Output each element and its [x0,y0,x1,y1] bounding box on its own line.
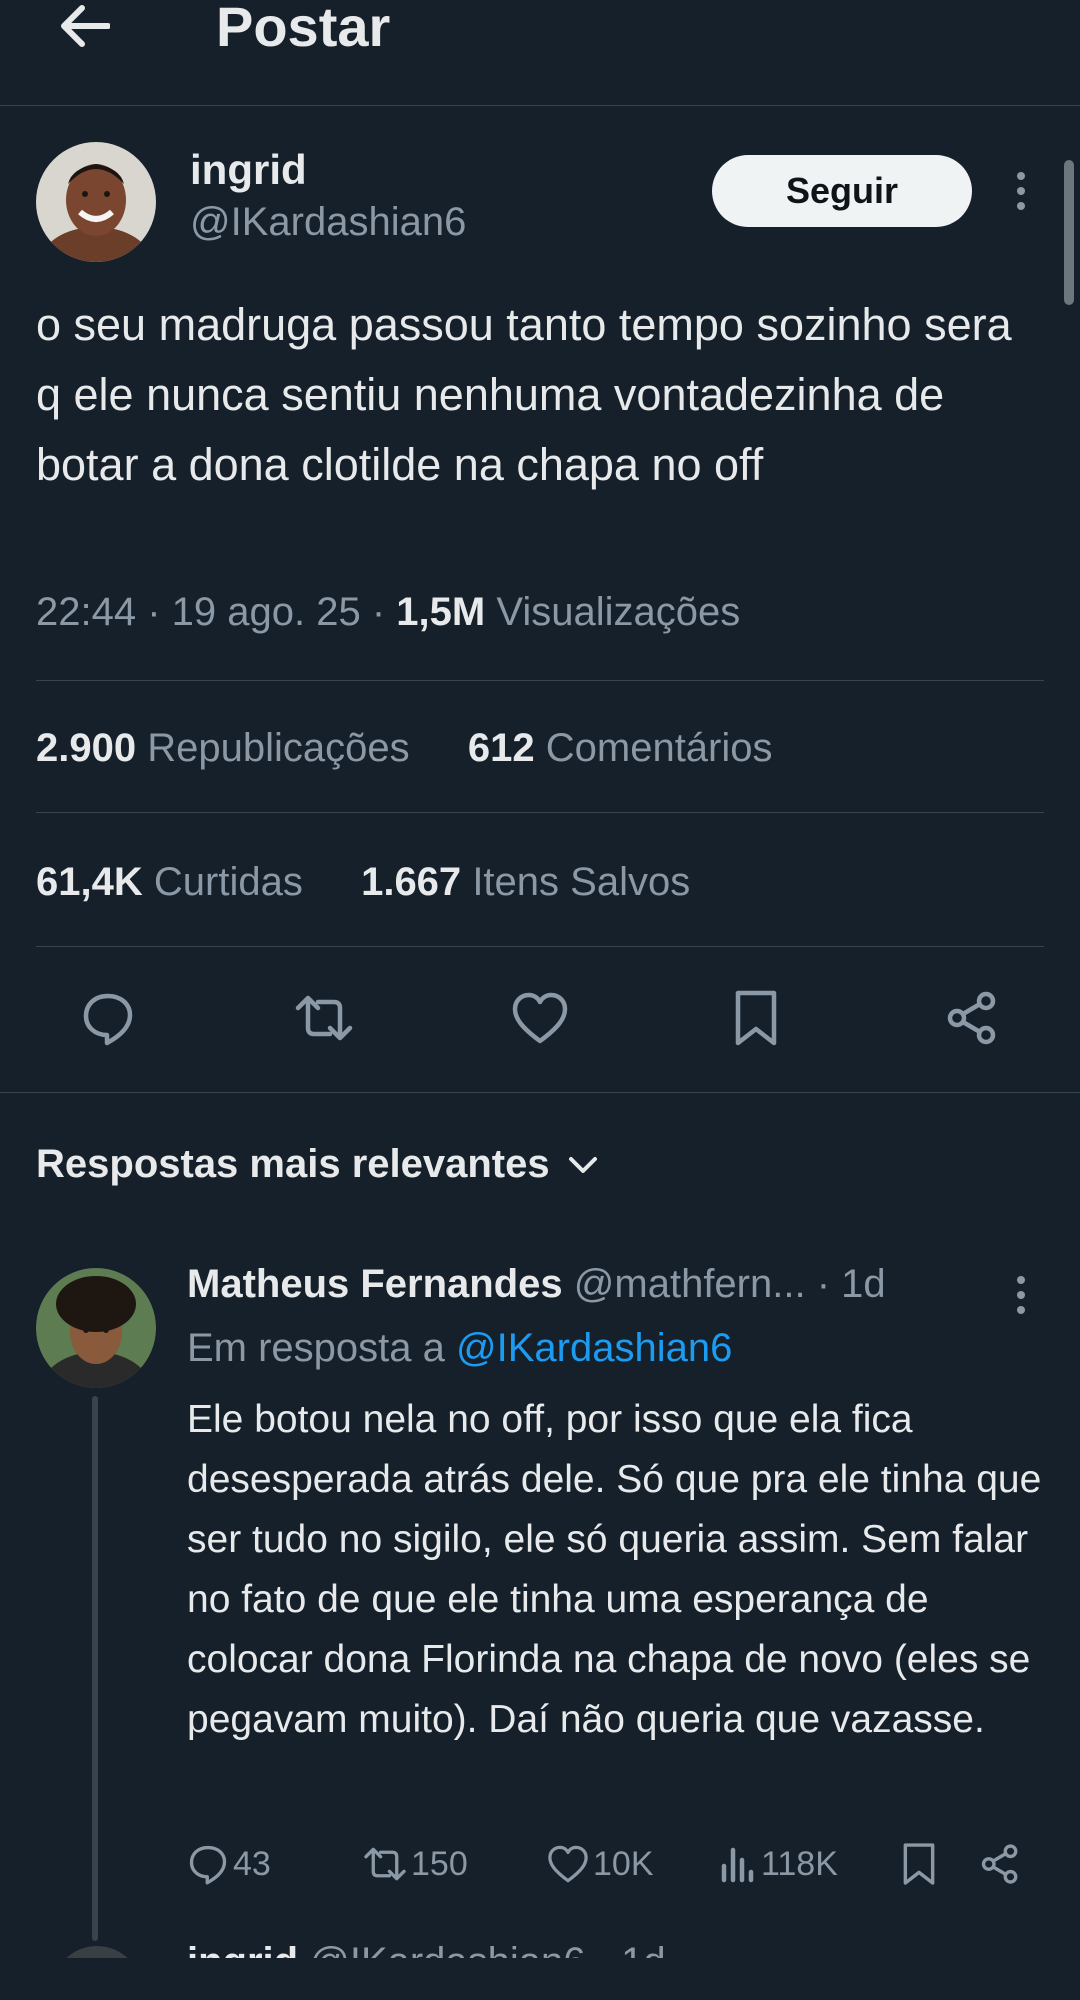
reply-header: Matheus Fernandes @mathfern... · 1d [187,1262,886,1307]
reply-button[interactable] [78,988,138,1048]
stats-likes-saves: 61,4K Curtidas 1.667 Itens Salvos [36,860,690,905]
tweet-time: 22:44 [36,590,137,634]
reply-likes-count: 10K [593,1844,654,1883]
in-reply-handle-link[interactable]: @IKardashian6 [456,1326,732,1370]
replies-sort-dropdown[interactable]: Respostas mais relevantes [36,1142,598,1187]
share-icon [947,991,996,1045]
replies-section-title: Respostas mais relevantes [36,1142,550,1186]
reply-author-avatar[interactable] [36,1268,156,1388]
bookmark-icon [735,990,777,1046]
saves-count: 1.667 [361,860,462,904]
comments-label: Comentários [545,726,773,770]
reply-bookmark-button[interactable] [901,1836,937,1892]
post-page: Postar ingrid @IKardashian6 Seguir o seu… [0,0,1080,2000]
divider [36,946,1044,947]
bookmark-icon [903,1843,935,1885]
reposts-stat[interactable]: 2.900 Republicações [36,726,410,770]
reply-views-button[interactable]: 118K [719,1836,838,1892]
repost-button[interactable] [294,988,354,1048]
like-button[interactable] [510,988,570,1048]
top-bar: Postar [0,0,1080,106]
comment-icon [189,1845,227,1885]
author-avatar[interactable] [36,142,156,262]
tweet-text: o seu madruga passou tanto tempo sozinho… [36,299,1012,490]
reply-text: Ele botou nela no off, por isso que ela … [187,1398,1042,1741]
comments-count: 612 [467,726,535,770]
follow-button[interactable]: Seguir [712,155,972,227]
reply-author-handle[interactable]: @mathfern... [574,1262,806,1306]
repost-icon [364,1847,406,1881]
views-chart-icon [721,1847,754,1883]
author-handle[interactable]: @IKardashian6 [190,200,466,245]
divider [0,1092,1080,1093]
in-reply-to: Em resposta a @IKardashian6 [187,1326,732,1371]
bookmark-button[interactable] [726,988,786,1048]
reply-author-name[interactable]: Matheus Fernandes [187,1262,563,1306]
separator: · [147,590,172,634]
reposts-label: Republicações [147,726,410,770]
tweet-date: 19 ago. 25 [171,590,361,634]
saves-label: Itens Salvos [472,860,691,904]
share-button[interactable] [942,988,1002,1048]
likes-stat[interactable]: 61,4K Curtidas [36,860,303,904]
back-button[interactable] [52,0,116,52]
reply-comment-button[interactable]: 43 [187,1836,271,1892]
in-reply-prefix: Em resposta a [187,1326,445,1370]
reply-time: · 1d [816,1262,886,1306]
heart-icon [512,992,568,1044]
reply-more-options-icon[interactable] [1006,1270,1036,1320]
saves-stat[interactable]: 1.667 Itens Salvos [361,860,690,904]
comments-stat[interactable]: 612 Comentários [468,726,773,770]
thread-line [92,1396,98,1941]
divider [36,812,1044,813]
views-count: 1,5M [396,590,486,634]
page-title: Postar [216,0,391,58]
heart-icon [548,1845,588,1883]
views-label[interactable]: Visualizações [496,590,740,634]
reposts-count: 2.900 [36,726,137,770]
chevron-down-icon [568,1156,597,1173]
tweet-meta: 22:44 · 19 ago. 25 · 1,5M Visualizações [36,590,740,635]
reply-like-button[interactable]: 10K [547,1836,654,1892]
share-icon [981,1844,1018,1884]
reply-action-bar: 43 150 10K 118K [187,1836,1047,1892]
reply-reposts-count: 150 [411,1844,468,1883]
reply-comments-count: 43 [233,1844,271,1883]
more-options-icon[interactable] [1006,166,1036,216]
repost-icon [295,995,353,1041]
separator: · [371,590,397,634]
reply-share-button[interactable] [979,1836,1021,1892]
reply-repost-button[interactable]: 150 [363,1836,468,1892]
divider [36,680,1044,681]
viewport-bottom-edge [0,1958,1080,2000]
arrow-left-icon [61,5,110,47]
author-name[interactable]: ingrid [190,146,307,194]
scrollbar[interactable] [1064,160,1074,305]
likes-count: 61,4K [36,860,143,904]
reply-views-count: 118K [761,1844,838,1883]
likes-label: Curtidas [153,860,303,904]
stats-reposts-comments: 2.900 Republicações 612 Comentários [36,726,773,771]
comment-icon [83,993,133,1046]
